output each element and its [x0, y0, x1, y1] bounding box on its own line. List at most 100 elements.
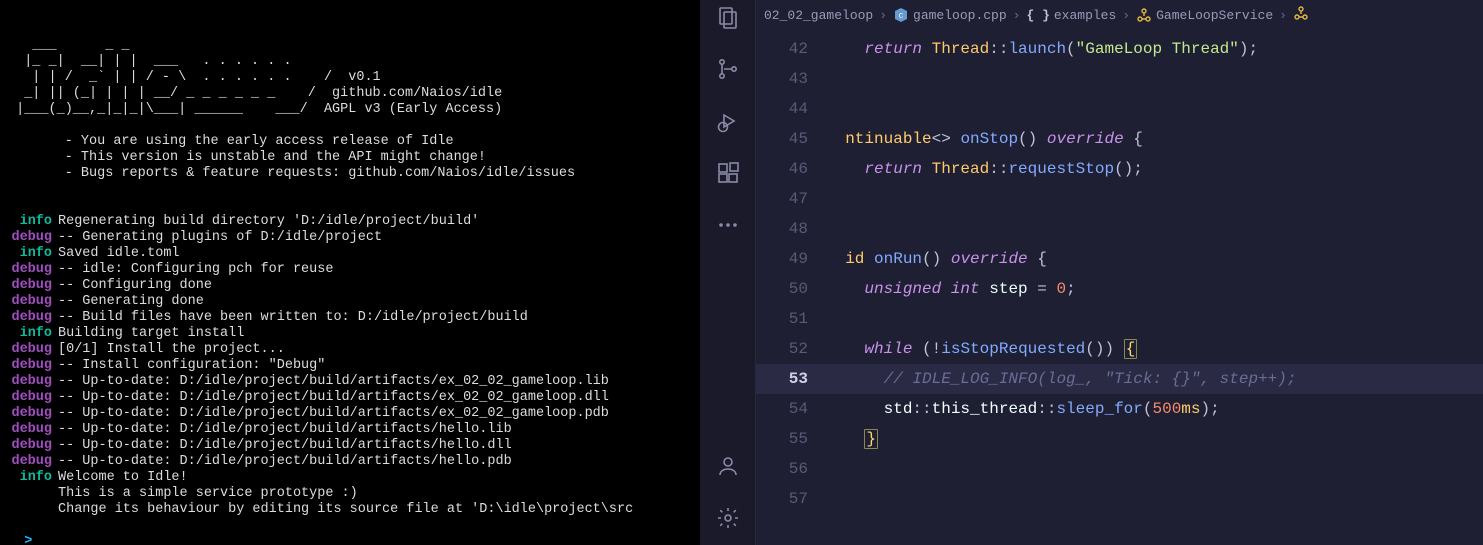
line-number: 57	[756, 484, 826, 514]
log-level: debug	[8, 262, 52, 278]
code-text[interactable]: // IDLE_LOG_INFO(log_, "Tick: {}", step+…	[826, 364, 1483, 394]
terminal-log-lines: infoRegenerating build directory 'D:/idl…	[8, 214, 692, 518]
log-level: debug	[8, 294, 52, 310]
terminal-ascii-banner: ___ _ _ |_ _| __| | | ___ . . . . . . | …	[8, 38, 692, 182]
breadcrumb-label: gameloop.cpp	[913, 8, 1007, 23]
log-message: Change its behaviour by editing its sour…	[58, 502, 633, 518]
log-level: info	[8, 246, 52, 262]
gear-icon[interactable]	[715, 505, 741, 531]
code-text[interactable]: ntinuable<> onStop() override {	[826, 124, 1483, 154]
code-text[interactable]	[826, 94, 1483, 124]
log-message: -- Up-to-date: D:/idle/project/build/art…	[58, 406, 609, 422]
breadcrumb-separator: ›	[1013, 8, 1021, 23]
log-level: debug	[8, 422, 52, 438]
log-message: -- Generating done	[58, 294, 204, 310]
breadcrumb-item[interactable]: { }examples	[1026, 8, 1116, 23]
breadcrumb-item[interactable]: GameLoopService	[1136, 7, 1273, 23]
terminal-log-line: infoBuilding target install	[8, 326, 692, 342]
code-line[interactable]: 57	[756, 484, 1483, 514]
terminal-log-line: debug-- Build files have been written to…	[8, 310, 692, 326]
terminal-log-line: infoWelcome to Idle!	[8, 470, 692, 486]
code-line[interactable]: 47	[756, 184, 1483, 214]
line-number: 43	[756, 64, 826, 94]
log-level: debug	[8, 310, 52, 326]
class-icon	[1293, 5, 1309, 21]
log-level: debug	[8, 454, 52, 470]
terminal-log-line: This is a simple service prototype :)	[8, 486, 692, 502]
code-line[interactable]: 42 return Thread::launch("GameLoop Threa…	[756, 34, 1483, 64]
code-line[interactable]: 56	[756, 454, 1483, 484]
log-level: debug	[8, 374, 52, 390]
log-level: info	[8, 326, 52, 342]
code-text[interactable]: return Thread::requestStop();	[826, 154, 1483, 184]
breadcrumb-label: GameLoopService	[1156, 8, 1273, 23]
line-number: 42	[756, 34, 826, 64]
log-message: -- Install configuration: "Debug"	[58, 358, 325, 374]
breadcrumb[interactable]: 02_02_gameloop › Cgameloop.cpp › { }examples…	[756, 0, 1483, 30]
code-line[interactable]: 50 unsigned int step = 0;	[756, 274, 1483, 304]
breadcrumb-separator: ›	[1279, 8, 1287, 23]
terminal-log-line: debug -- Generating done	[8, 294, 692, 310]
class-icon	[1136, 7, 1152, 23]
code-line[interactable]: 54 std::this_thread::sleep_for(500ms);	[756, 394, 1483, 424]
code-lines[interactable]: 42 return Thread::launch("GameLoop Threa…	[756, 30, 1483, 545]
code-line[interactable]: 49 id onRun() override {	[756, 244, 1483, 274]
log-message: -- Up-to-date: D:/idle/project/build/art…	[58, 390, 609, 406]
code-line[interactable]: 43	[756, 64, 1483, 94]
breadcrumb-item[interactable]	[1293, 5, 1309, 25]
terminal-pane[interactable]: ___ _ _ |_ _| __| | | ___ . . . . . . | …	[0, 0, 700, 545]
terminal-log-line: debug-- idle: Configuring pch for reuse	[8, 262, 692, 278]
log-level: info	[8, 214, 52, 230]
log-message: [0/1] Install the project...	[58, 342, 285, 358]
log-level: debug	[8, 342, 52, 358]
editor-pane: 02_02_gameloop › Cgameloop.cpp › { }examples…	[700, 0, 1483, 545]
debug-icon[interactable]	[715, 108, 741, 134]
code-line[interactable]: 51	[756, 304, 1483, 334]
breadcrumb-item[interactable]: Cgameloop.cpp	[893, 7, 1007, 23]
log-message: -- Configuring done	[58, 278, 212, 294]
code-line[interactable]: 53 // IDLE_LOG_INFO(log_, "Tick: {}", st…	[756, 364, 1483, 394]
line-number: 56	[756, 454, 826, 484]
code-line[interactable]: 52 while (!isStopRequested()) {	[756, 334, 1483, 364]
code-text[interactable]	[826, 184, 1483, 214]
terminal-log-line: debug-- Up-to-date: D:/idle/project/buil…	[8, 390, 692, 406]
terminal-log-line: debug-- Configuring done	[8, 278, 692, 294]
log-message: -- Up-to-date: D:/idle/project/build/art…	[58, 454, 512, 470]
code-line[interactable]: 55 }	[756, 424, 1483, 454]
explorer-icon[interactable]	[715, 4, 741, 30]
terminal-log-line: debug -- Up-to-date: D:/idle/project/buil…	[8, 454, 692, 470]
breadcrumb-label: 02_02_gameloop	[764, 8, 873, 23]
terminal-prompt[interactable]: >	[24, 534, 32, 545]
code-text[interactable]: std::this_thread::sleep_for(500ms);	[826, 394, 1483, 424]
account-icon[interactable]	[715, 453, 741, 479]
line-number: 44	[756, 94, 826, 124]
code-text[interactable]: }	[826, 424, 1483, 454]
more-icon[interactable]	[715, 212, 741, 238]
line-number: 50	[756, 274, 826, 304]
code-line[interactable]: 44	[756, 94, 1483, 124]
log-message: Welcome to Idle!	[58, 470, 188, 486]
source-control-icon[interactable]	[715, 56, 741, 82]
code-text[interactable]: id onRun() override {	[826, 244, 1483, 274]
log-message: This is a simple service prototype :)	[58, 486, 358, 502]
terminal-log-line: debug-- Up-to-date: D:/idle/project/buil…	[8, 406, 692, 422]
code-editor[interactable]: 02_02_gameloop › Cgameloop.cpp › { }examples…	[756, 0, 1483, 545]
code-text[interactable]	[826, 64, 1483, 94]
code-text[interactable]: unsigned int step = 0;	[826, 274, 1483, 304]
extensions-icon[interactable]	[715, 160, 741, 186]
code-text[interactable]	[826, 454, 1483, 484]
terminal-log-line: debug [0/1] Install the project...	[8, 342, 692, 358]
code-line[interactable]: 46 return Thread::requestStop();	[756, 154, 1483, 184]
code-text[interactable]: while (!isStopRequested()) {	[826, 334, 1483, 364]
code-line[interactable]: 48	[756, 214, 1483, 244]
code-text[interactable]	[826, 214, 1483, 244]
svg-text:C: C	[899, 13, 903, 21]
terminal-log-line: Change its behaviour by editing its sour…	[8, 502, 692, 518]
code-text[interactable]	[826, 304, 1483, 334]
terminal-log-line: infoRegenerating build directory 'D:/idl…	[8, 214, 692, 230]
code-text[interactable]	[826, 484, 1483, 514]
code-line[interactable]: 45 ntinuable<> onStop() override {	[756, 124, 1483, 154]
breadcrumb-item[interactable]: 02_02_gameloop	[764, 8, 873, 23]
code-text[interactable]: return Thread::launch("GameLoop Thread")…	[826, 34, 1483, 64]
line-number: 51	[756, 304, 826, 334]
